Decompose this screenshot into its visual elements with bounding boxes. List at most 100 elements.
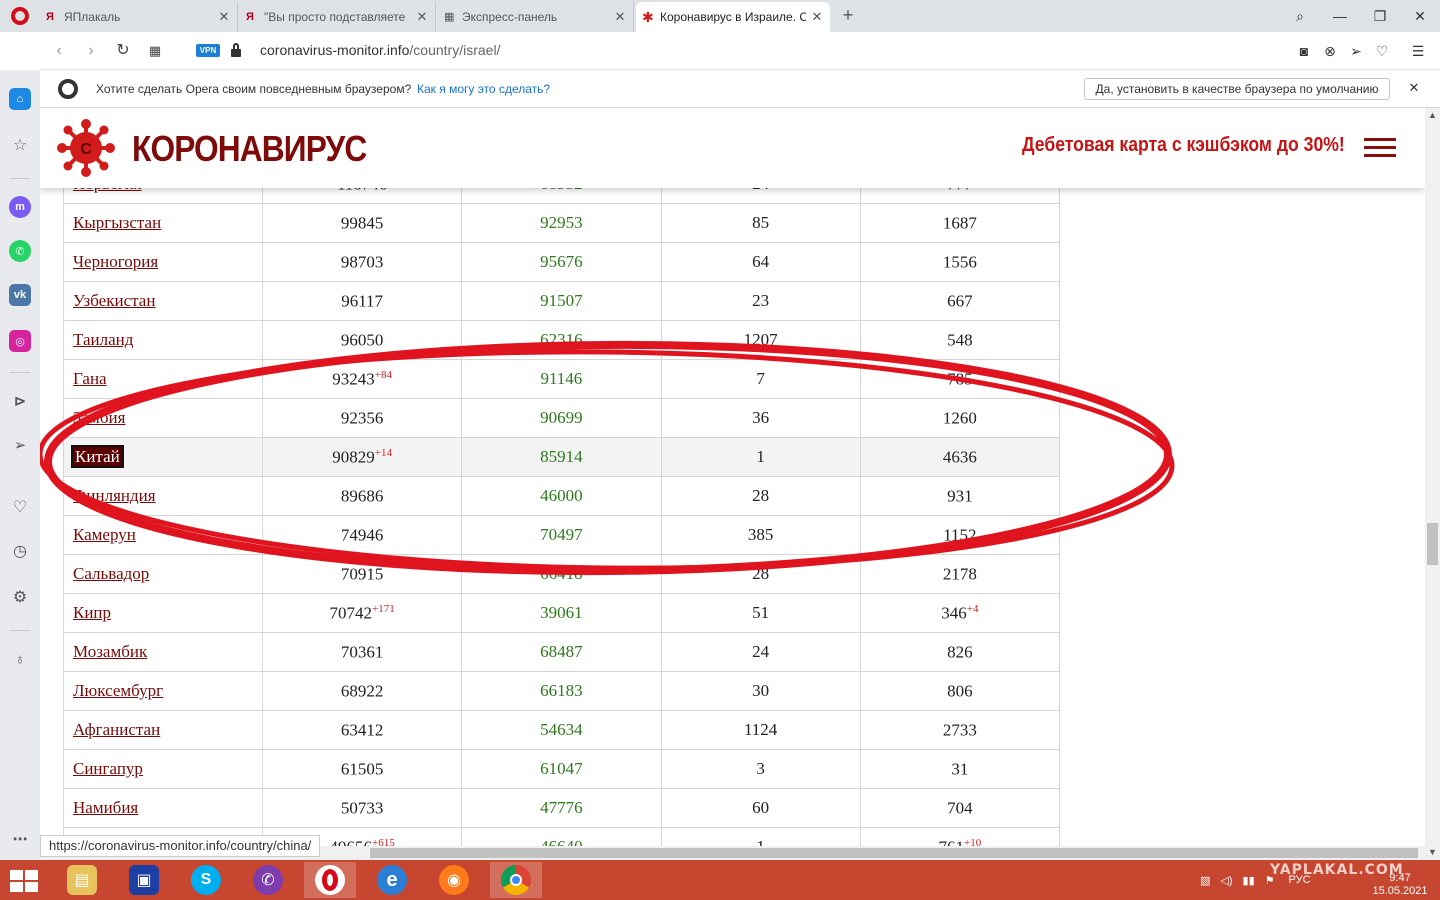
send-icon[interactable]: ➢ — [9, 434, 31, 456]
vertical-scrollbar[interactable]: ▲ ▼ — [1425, 108, 1440, 860]
tab-title: Экспресс-панель — [462, 10, 558, 24]
deaths-value: 704 — [947, 798, 973, 818]
star-icon[interactable]: ☆ — [9, 134, 31, 156]
watermark: YAPLAKAL.COM — [1270, 862, 1404, 878]
scroll-down-icon[interactable]: ▼ — [1425, 845, 1440, 860]
critical-cell: 64 — [660, 242, 861, 282]
virus-logo-icon[interactable]: C — [56, 118, 116, 178]
country-link[interactable]: Китай — [71, 445, 124, 468]
network-icon[interactable]: ▧ — [1200, 874, 1210, 887]
country-link[interactable]: Узбекистан — [73, 291, 155, 310]
set-default-button[interactable]: Да, установить в качестве браузера по ум… — [1084, 78, 1390, 100]
chrome-icon[interactable] — [490, 862, 542, 898]
vk-icon[interactable]: vk — [9, 284, 31, 306]
recovered-cell: 66418 — [461, 554, 662, 594]
scroll-thumb[interactable] — [1427, 523, 1438, 565]
countries-table: Норвегия1187468895224777Кыргызстан998459… — [63, 164, 1061, 846]
site-brand[interactable]: КОРОНАВИРУС — [132, 128, 367, 170]
tab-speed-dial[interactable]: ▦ Экспресс-панель ✕ — [438, 2, 634, 32]
skype-icon[interactable]: S — [180, 862, 232, 898]
close-icon[interactable]: ✕ — [1406, 80, 1422, 96]
minimize-button[interactable]: — — [1320, 0, 1360, 32]
country-link[interactable]: Сальвадор — [73, 564, 149, 583]
easy-setup-icon[interactable]: ☰ — [1408, 41, 1428, 61]
tabs-grid-icon[interactable]: ▦ — [144, 40, 166, 62]
whatsapp-icon[interactable]: ✆ — [9, 240, 31, 262]
close-window-button[interactable]: ✕ — [1400, 0, 1440, 32]
country-link[interactable]: Гана — [73, 369, 107, 388]
deaths-cell: 704 — [859, 788, 1061, 828]
close-tab-icon[interactable]: ✕ — [415, 9, 429, 25]
messenger-icon[interactable]: m — [9, 196, 31, 218]
close-tab-icon[interactable]: ✕ — [613, 9, 627, 25]
home-icon[interactable]: ⌂ — [9, 88, 31, 110]
cases-value: 99845 — [340, 213, 384, 233]
country-link[interactable]: Камерун — [73, 525, 136, 544]
volume-icon[interactable]: ◁) — [1220, 874, 1232, 887]
recovered-value: 91146 — [540, 369, 583, 388]
heart-icon[interactable]: ♡ — [1372, 41, 1392, 61]
lightbulb-icon[interactable]: ♁ — [9, 648, 31, 670]
country-link[interactable]: Кыргызстан — [73, 213, 161, 232]
recovered-cell: 85914 — [461, 437, 662, 477]
search-tabs-icon[interactable]: ⌕ — [1280, 0, 1320, 32]
country-link[interactable]: Финляндия — [73, 486, 156, 505]
adblock-icon[interactable]: ⊗ — [1320, 41, 1340, 61]
lock-icon[interactable] — [231, 43, 241, 57]
infobar-help-link[interactable]: Как я могу это сделать? — [417, 82, 550, 96]
country-link[interactable]: Таиланд — [73, 330, 133, 349]
country-cell: Гана — [63, 359, 263, 399]
country-link[interactable]: Замбия — [73, 408, 125, 427]
new-tab-button[interactable]: + — [838, 4, 858, 26]
country-cell: Замбия — [63, 398, 263, 438]
cases-delta: +84 — [374, 368, 392, 381]
country-link[interactable]: Сингапур — [73, 759, 143, 778]
file-explorer-icon[interactable]: ▤ — [56, 862, 108, 898]
yaplakal-icon: Я — [46, 11, 54, 23]
url-field[interactable]: coronavirus-monitor.info/country/israel/ — [260, 42, 500, 58]
recovered-cell: 68487 — [461, 632, 662, 672]
reload-icon[interactable]: ↻ — [112, 40, 134, 62]
recovered-value: 91507 — [540, 291, 583, 310]
scroll-up-icon[interactable]: ▲ — [1425, 108, 1440, 123]
recovered-value: 54634 — [540, 720, 583, 739]
internet-explorer-icon[interactable]: e — [366, 862, 418, 898]
opera-menu-button[interactable] — [0, 0, 40, 32]
promo-link[interactable]: Дебетовая карта с кэшбэком до 30%! — [1022, 134, 1345, 157]
close-tab-icon[interactable]: ✕ — [217, 9, 231, 25]
country-link[interactable]: Мозамбик — [73, 642, 147, 661]
hscroll-thumb[interactable] — [370, 848, 1418, 858]
settings-icon[interactable]: ⚙ — [9, 586, 31, 608]
country-link[interactable]: Афганистан — [73, 720, 160, 739]
close-tab-icon[interactable]: ✕ — [810, 9, 824, 25]
tab-article[interactable]: Я "Вы просто подставляете ✕ — [240, 2, 436, 32]
deaths-cell: 548 — [859, 320, 1061, 360]
player-icon[interactable]: ⊳ — [9, 390, 31, 412]
country-link[interactable]: Люксембург — [73, 681, 163, 700]
critical-cell: 51 — [660, 593, 861, 633]
firefox-icon[interactable]: ◉ — [428, 862, 480, 898]
tab-yaplakal[interactable]: Я ЯПлакаль ✕ — [40, 2, 238, 32]
deaths-delta: +4 — [966, 602, 979, 615]
forward-button[interactable]: › — [80, 40, 102, 62]
save-disk-icon[interactable]: ▣ — [118, 862, 170, 898]
hamburger-menu-icon[interactable] — [1364, 138, 1396, 158]
restore-button[interactable]: ❐ — [1360, 0, 1400, 32]
camera-icon[interactable]: ◙ — [1294, 41, 1314, 61]
more-icon[interactable]: ⋯ — [9, 828, 31, 850]
send-icon[interactable]: ➢ — [1346, 41, 1366, 61]
viber-icon[interactable]: ✆ — [242, 862, 294, 898]
instagram-icon[interactable]: ◎ — [9, 330, 31, 352]
signal-icon[interactable]: ▮▮ — [1243, 874, 1255, 887]
opera-taskbar-icon[interactable] — [304, 862, 356, 898]
heart-icon[interactable]: ♡ — [9, 496, 31, 518]
history-icon[interactable]: ◷ — [9, 540, 31, 562]
windows-start-button[interactable] — [10, 870, 40, 892]
vpn-badge[interactable]: VPN — [196, 44, 220, 57]
back-button[interactable]: ‹ — [48, 40, 70, 62]
country-link[interactable]: Черногория — [73, 252, 158, 271]
country-link[interactable]: Кипр — [73, 603, 111, 622]
country-link[interactable]: Намибия — [73, 798, 138, 817]
tab-coronavirus[interactable]: ✱ Коронавирус в Израиле. С ✕ — [636, 2, 830, 32]
cases-cell: 70915 — [261, 554, 463, 594]
